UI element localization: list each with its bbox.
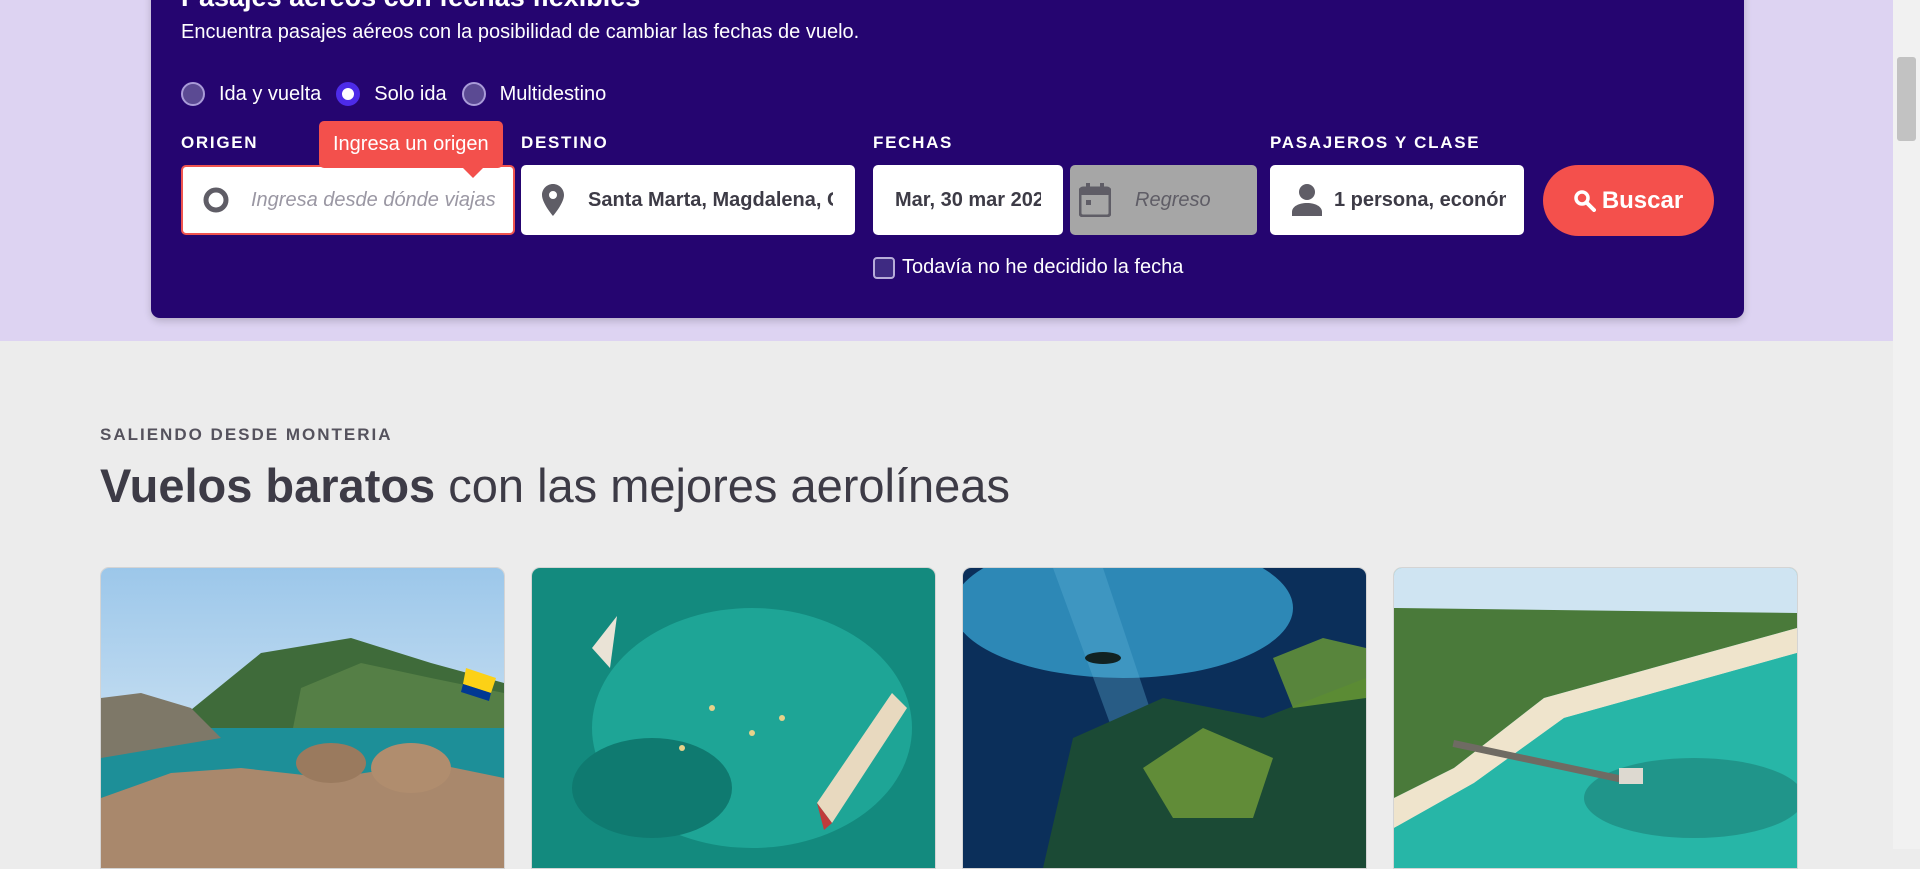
destination-label: DESTINO	[521, 133, 609, 152]
trip-type-multi-city[interactable]: Multidestino	[461, 82, 607, 106]
deals-kicker: SALIENDO DESDE MONTERIA	[100, 425, 393, 444]
underwater-cenote-photo	[963, 568, 1366, 868]
calendar-icon	[1079, 183, 1111, 217]
destination-card[interactable]	[962, 567, 1367, 869]
search-button-label: Buscar	[1601, 186, 1684, 214]
tooltip-arrow	[462, 168, 483, 178]
circle-origin-icon	[202, 186, 230, 214]
destination-field[interactable]: Santa Marta, Magdalena, Colombia	[521, 165, 855, 235]
page-scrollbar[interactable]	[1893, 0, 1920, 849]
radio-one-way[interactable]	[336, 82, 361, 106]
destination-card[interactable]	[100, 567, 505, 869]
trip-type-one-way[interactable]: Solo ida	[336, 82, 447, 106]
tropical-beach-pier-photo	[1394, 568, 1797, 868]
deals-title: Vuelos baratos con las mejores aerolínea…	[100, 458, 1010, 513]
tooltip-text: Ingresa un origen	[333, 133, 489, 155]
passengers-value: 1 persona, económica	[1334, 188, 1506, 211]
origin-label: ORIGEN	[181, 133, 259, 152]
departure-date-value: Mar, 30 mar 2021	[895, 188, 1041, 211]
deals-title-rest: con las mejores aerolíneas	[435, 459, 1010, 512]
trip-type-label: Ida y vuelta	[219, 82, 322, 105]
boats-turquoise-water-photo	[532, 568, 935, 868]
deals-title-bold: Vuelos baratos	[100, 459, 436, 512]
undecided-date-checkbox[interactable]	[873, 256, 895, 279]
person-icon	[1292, 184, 1322, 216]
radio-round-trip[interactable]	[181, 82, 205, 106]
undecided-date-option[interactable]: Todavía no he decidido la fecha	[873, 256, 1183, 279]
search-heading: Pasajes aéreos con fechas flexibles	[181, 0, 640, 13]
passengers-label: PASAJEROS Y CLASE	[1270, 133, 1481, 152]
undecided-date-label: Todavía no he decidido la fecha	[902, 256, 1184, 278]
origin-error-tooltip: Ingresa un origen	[319, 121, 503, 178]
destination-card[interactable]	[1393, 567, 1798, 869]
origin-input[interactable]	[251, 188, 495, 212]
radio-multi-city[interactable]	[461, 82, 486, 106]
trip-type-selector: Ida y vuelta Solo ida Multidestino	[181, 82, 621, 106]
trip-type-round-trip[interactable]: Ida y vuelta	[181, 82, 321, 106]
destination-card[interactable]	[531, 567, 936, 869]
scrollbar-thumb[interactable]	[1897, 57, 1916, 141]
trip-type-label: Solo ida	[374, 82, 447, 105]
passengers-field[interactable]: 1 persona, económica	[1270, 165, 1524, 235]
trip-type-label: Multidestino	[499, 82, 607, 105]
location-pin-icon	[542, 184, 564, 216]
search-icon	[1574, 189, 1596, 212]
return-date-field[interactable]: Regreso	[1070, 165, 1257, 235]
departure-date-field[interactable]: Mar, 30 mar 2021	[873, 165, 1063, 235]
dates-label: FECHAS	[873, 133, 954, 152]
return-date-placeholder: Regreso	[1135, 188, 1211, 211]
destination-value: Santa Marta, Magdalena, Colombia	[588, 188, 833, 211]
search-button[interactable]: Buscar	[1543, 165, 1714, 236]
coastal-bay-rocks-photo	[101, 568, 504, 868]
search-subtitle: Encuentra pasajes aéreos con la posibili…	[181, 21, 860, 43]
